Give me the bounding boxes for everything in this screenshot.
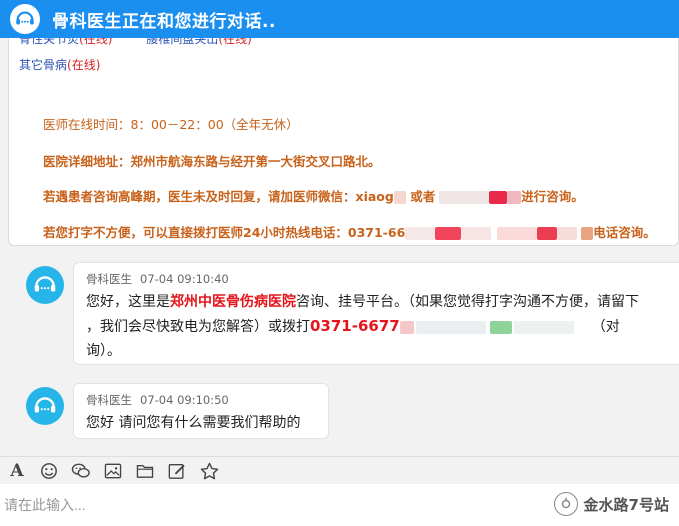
message-meta: 骨科医生 07-04 09:10:40 (86, 272, 229, 286)
font-icon[interactable]: A (6, 460, 28, 482)
message-text: 您好 请问您有什么需要我们帮助的 (86, 415, 301, 431)
chat-title: 骨科医生正在和您进行对话.. (52, 11, 276, 32)
link-row-1: 骨性关节炎(在线) 腰椎间盘突出(在线) (19, 38, 252, 47)
message-meta: 骨科医生 07-04 09:10:50 (86, 393, 229, 407)
edit-icon[interactable] (166, 460, 188, 482)
headset-icon (34, 397, 56, 413)
chat-header: 骨科医生正在和您进行对话.. (0, 0, 679, 38)
link-lumbar-disc[interactable]: 腰椎间盘突出(在线) (146, 38, 251, 46)
watermark-text: 金水路7号站 (583, 495, 669, 514)
wechat-official-icon (553, 492, 578, 516)
message-bubble: 骨科医生 07-04 09:10:40 您好，这里是郑州中医骨伤病医院咨询、挂号平… (73, 262, 679, 365)
input-toolbar: A (0, 456, 679, 484)
doctor-avatar (26, 387, 64, 425)
watermark: 金水路7号站 (553, 492, 669, 516)
link-other-bone[interactable]: 其它骨病(在线) (19, 58, 100, 72)
folder-icon[interactable] (134, 460, 156, 482)
message-input[interactable] (0, 484, 500, 526)
hotline-info: 若您打字不方便，可以直接拨打医师24小时热线电话：0371-66 电话咨询。 (43, 225, 656, 240)
wechat-icon[interactable] (70, 460, 92, 482)
wechat-info: 若遇患者咨询高峰期，医生未及时回复，请加医师微信：xiaog 或者 进行咨询。 (43, 189, 584, 204)
link-row-2: 其它骨病(在线) (19, 56, 100, 73)
image-icon[interactable] (102, 460, 124, 482)
star-icon[interactable] (198, 460, 220, 482)
headset-icon (10, 4, 40, 34)
hospital-address: 医院详细地址：郑州市航海东路与经开第一大街交叉口路北。 (43, 154, 381, 169)
doctor-avatar (26, 266, 64, 304)
link-arthritis[interactable]: 骨性关节炎(在线) (19, 38, 112, 46)
message-text: 您好，这里是郑州中医骨伤病医院咨询、挂号平台。（如果您觉得打字沟通不方便，请留下… (86, 294, 639, 359)
intro-card: 骨性关节炎(在线) 腰椎间盘突出(在线) 其它骨病(在线) 医师在线时间：8：00… (8, 38, 679, 246)
headset-icon (34, 276, 56, 292)
message-input-area: 金水路7号站 (0, 484, 679, 526)
emoji-icon[interactable] (38, 460, 60, 482)
online-hours: 医师在线时间：8：00－22：00（全年无休） (43, 117, 299, 132)
message-bubble: 骨科医生 07-04 09:10:50 您好 请问您有什么需要我们帮助的 (73, 383, 329, 439)
